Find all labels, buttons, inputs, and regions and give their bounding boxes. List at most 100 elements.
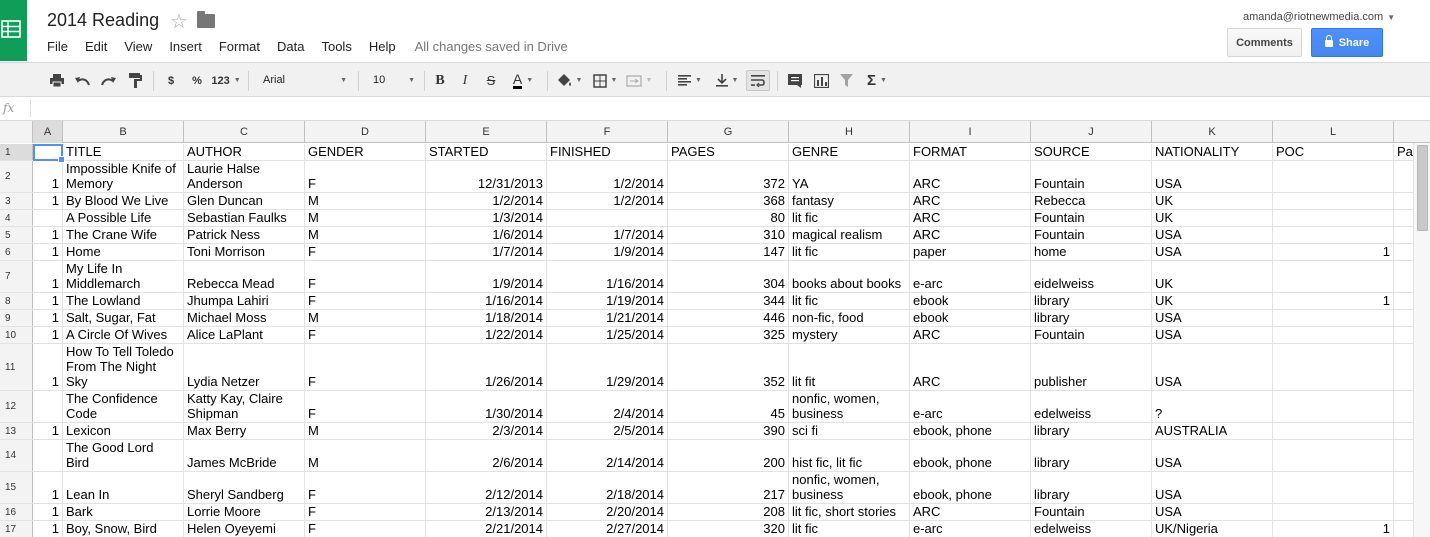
borders-icon[interactable]: ▼ — [590, 71, 620, 90]
cell[interactable]: Impossible Knife of Memory — [63, 161, 184, 192]
cell[interactable]: 1 — [33, 344, 63, 390]
cell[interactable]: 1 — [33, 472, 63, 503]
cell[interactable]: 1/30/2014 — [426, 391, 547, 422]
column-header-j[interactable]: J — [1031, 121, 1152, 143]
cell[interactable]: 1 — [33, 161, 63, 192]
cell[interactable]: ARC — [910, 161, 1031, 192]
row-number[interactable]: 8 — [0, 293, 33, 309]
cell[interactable]: 1/7/2014 — [426, 244, 547, 260]
cell[interactable]: F — [305, 293, 426, 309]
bold-button[interactable]: B — [431, 71, 449, 90]
filter-icon[interactable] — [837, 71, 855, 90]
cell[interactable]: ARC — [910, 504, 1031, 520]
cell[interactable]: USA — [1152, 161, 1273, 192]
font-size-select[interactable]: 10 ▼ — [368, 70, 420, 90]
cell[interactable]: A Possible Life — [63, 210, 184, 226]
menu-format[interactable]: Format — [219, 39, 260, 55]
cell[interactable]: The Crane Wife — [63, 227, 184, 243]
cell[interactable]: 1 — [33, 244, 63, 260]
cell[interactable] — [1273, 310, 1394, 326]
cell[interactable]: The Good Lord Bird — [63, 440, 184, 471]
cell[interactable]: Toni Morrison — [184, 244, 305, 260]
cell[interactable]: library — [1031, 440, 1152, 471]
align-left-icon[interactable]: ▼ — [674, 71, 706, 90]
column-header-a[interactable]: A — [33, 121, 63, 143]
menu-tools[interactable]: Tools — [321, 39, 351, 55]
cell[interactable]: e-arc — [910, 521, 1031, 537]
cell[interactable]: F — [305, 504, 426, 520]
cell[interactable] — [1273, 193, 1394, 209]
cell[interactable]: 208 — [668, 504, 789, 520]
cell[interactable]: Jhumpa Lahiri — [184, 293, 305, 309]
cell[interactable]: lit fic, short stories — [789, 504, 910, 520]
cell[interactable]: 2/12/2014 — [426, 472, 547, 503]
cell[interactable]: 1 — [33, 310, 63, 326]
cell[interactable]: lit fic — [789, 244, 910, 260]
cell[interactable] — [33, 144, 63, 160]
menu-view[interactable]: View — [124, 39, 152, 55]
cell[interactable]: ARC — [910, 327, 1031, 343]
cell[interactable]: M — [305, 193, 426, 209]
cell[interactable]: By Blood We Live — [63, 193, 184, 209]
cell[interactable]: 1 — [33, 193, 63, 209]
cell[interactable]: edelweiss — [1031, 391, 1152, 422]
cell[interactable]: home — [1031, 244, 1152, 260]
cell[interactable]: FINISHED — [547, 144, 668, 160]
insert-comment-icon[interactable] — [786, 71, 804, 90]
cell[interactable]: 1 — [1273, 521, 1394, 537]
paint-format-icon[interactable] — [126, 71, 144, 90]
cell[interactable] — [547, 210, 668, 226]
cell[interactable]: 2/4/2014 — [547, 391, 668, 422]
cell[interactable]: 1/16/2014 — [547, 261, 668, 292]
merge-cells-icon[interactable]: ▼ — [624, 71, 654, 90]
cell[interactable]: 1/29/2014 — [547, 344, 668, 390]
cell[interactable]: 1/9/2014 — [426, 261, 547, 292]
text-wrap-icon[interactable] — [746, 70, 770, 91]
cell[interactable]: USA — [1152, 327, 1273, 343]
cell[interactable]: 2/3/2014 — [426, 423, 547, 439]
italic-button[interactable]: I — [456, 71, 474, 90]
column-header-h[interactable]: H — [789, 121, 910, 143]
cell[interactable]: Sebastian Faulks — [184, 210, 305, 226]
cell[interactable]: 2/6/2014 — [426, 440, 547, 471]
cell[interactable]: 147 — [668, 244, 789, 260]
cell[interactable]: library — [1031, 423, 1152, 439]
cell[interactable]: Boy, Snow, Bird — [63, 521, 184, 537]
cell[interactable]: Max Berry — [184, 423, 305, 439]
cell[interactable]: 1/3/2014 — [426, 210, 547, 226]
cell[interactable]: non-fic, food — [789, 310, 910, 326]
cell[interactable]: M — [305, 440, 426, 471]
row-number[interactable]: 11 — [0, 344, 33, 390]
row-number[interactable]: 17 — [0, 521, 33, 537]
column-header-f[interactable]: F — [547, 121, 668, 143]
redo-icon[interactable] — [99, 71, 117, 90]
cell[interactable]: 344 — [668, 293, 789, 309]
cell[interactable]: FORMAT — [910, 144, 1031, 160]
cell[interactable]: Patrick Ness — [184, 227, 305, 243]
cell[interactable]: Salt, Sugar, Fat — [63, 310, 184, 326]
cell[interactable]: e-arc — [910, 391, 1031, 422]
cell[interactable]: nonfic, women, business — [789, 391, 910, 422]
cell[interactable]: ARC — [910, 210, 1031, 226]
cell[interactable]: 1 — [33, 293, 63, 309]
currency-format-button[interactable]: $ — [162, 71, 180, 90]
cell[interactable] — [1273, 327, 1394, 343]
cell[interactable]: 1/9/2014 — [547, 244, 668, 260]
cell[interactable]: 2/13/2014 — [426, 504, 547, 520]
cell[interactable]: ARC — [910, 227, 1031, 243]
cell[interactable]: Fountain — [1031, 227, 1152, 243]
cell[interactable]: 390 — [668, 423, 789, 439]
row-number[interactable]: 2 — [0, 161, 33, 192]
cell[interactable]: paper — [910, 244, 1031, 260]
row-number[interactable]: 15 — [0, 472, 33, 503]
cell[interactable]: USA — [1152, 504, 1273, 520]
cell[interactable]: eidelweiss — [1031, 261, 1152, 292]
column-header-overflow[interactable] — [1394, 121, 1430, 143]
column-header-l[interactable]: L — [1273, 121, 1394, 143]
cell[interactable]: lit fic — [789, 210, 910, 226]
cell[interactable]: 446 — [668, 310, 789, 326]
cell[interactable]: 1/26/2014 — [426, 344, 547, 390]
cell[interactable]: 1/2/2014 — [547, 161, 668, 192]
cell[interactable]: Helen Oyeyemi — [184, 521, 305, 537]
font-family-select[interactable]: Arial ▼ — [258, 70, 352, 90]
